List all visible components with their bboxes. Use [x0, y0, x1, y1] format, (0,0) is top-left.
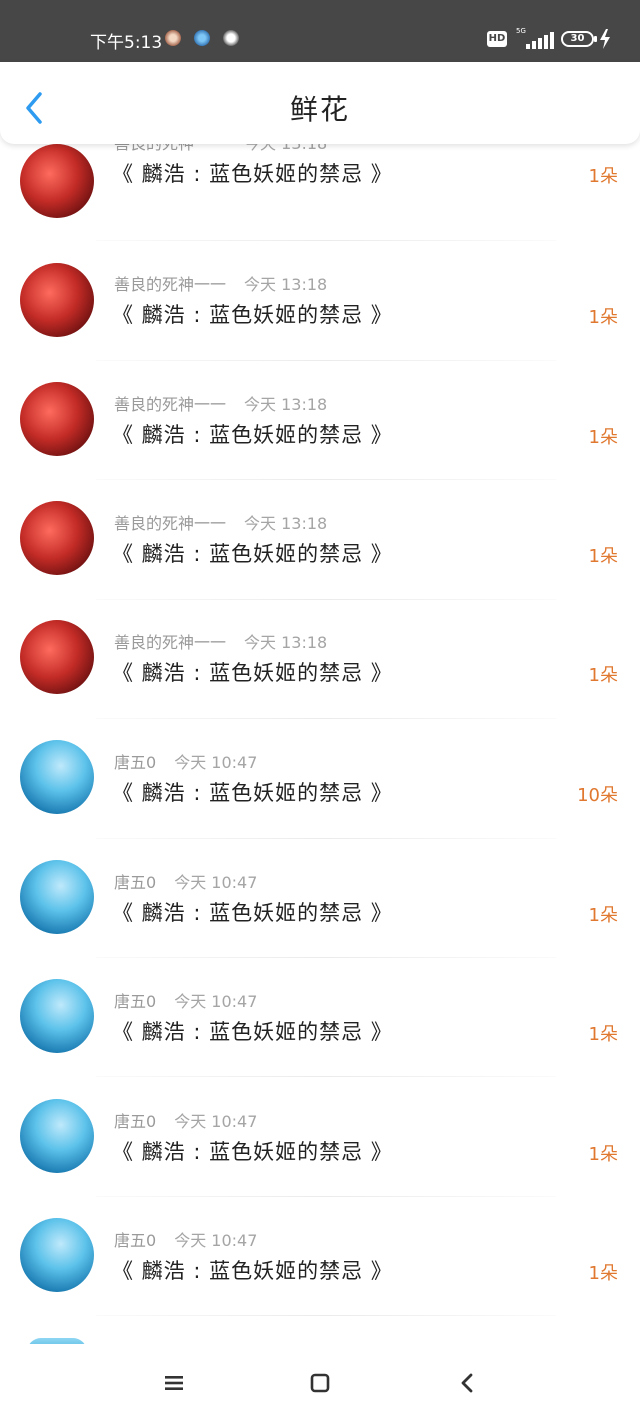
list-item[interactable]: 唐五0 今天 10:47 《 麟浩 : 蓝色妖姬的禁忌 》 1朵 — [0, 958, 640, 1078]
avatar — [20, 501, 94, 575]
charging-bolt-icon — [600, 29, 610, 49]
flower-record-list: 善良的死神一一今天 13:18 《 麟浩 : 蓝色妖姬的禁忌 》 1朵 善良的死… — [0, 144, 640, 1344]
sender-meta: 唐五0 今天 10:47 — [114, 1108, 257, 1132]
sender-meta: 唐五0 今天 10:47 — [114, 869, 257, 893]
sender-name: 唐五0 — [114, 992, 157, 1011]
sender-meta: 唐五0 今天 10:47 — [114, 988, 257, 1012]
sent-time: 今天 10:47 — [174, 1231, 258, 1250]
book-title: 《 麟浩 : 蓝色妖姬的禁忌 》 — [112, 901, 393, 925]
book-title: 《 麟浩 : 蓝色妖姬的禁忌 》 — [112, 542, 393, 566]
list-item[interactable]: 唐五0 今天 10:47 《 麟浩 : 蓝色妖姬的禁忌 》 1朵 — [0, 1197, 640, 1317]
list-item[interactable]: 唐五0 今天 10:47 《 麟浩 : 蓝色妖姬的禁忌 》 1朵 — [0, 839, 640, 959]
avatar — [20, 860, 94, 934]
status-time: 下午5:13 — [90, 33, 163, 53]
sent-time: 今天 13:18 — [244, 395, 328, 414]
list-item[interactable]: 善良的死神一一今天 13:18 《 麟浩 : 蓝色妖姬的禁忌 》 1朵 — [0, 480, 640, 600]
sent-time: 今天 10:47 — [174, 1112, 258, 1131]
book-title: 《 麟浩 : 蓝色妖姬的禁忌 》 — [112, 1140, 393, 1164]
list-item[interactable]: 善良的死神一一 今天 13:18 《 麟浩 : 蓝色妖姬的禁忌 》 1朵 — [0, 144, 640, 242]
sent-time: 今天 10:47 — [174, 873, 258, 892]
avatar — [20, 144, 94, 218]
sent-time: 今天 13:18 — [244, 514, 328, 533]
menu-icon — [165, 1376, 183, 1390]
network-label: 5G — [516, 27, 526, 35]
sender-name: 善良的死神一一 — [114, 144, 226, 153]
sender-name: 唐五0 — [114, 873, 157, 892]
sender-meta: 善良的死神一一今天 13:18 — [114, 271, 327, 295]
hd-badge: HD — [487, 31, 507, 47]
home-square-icon — [310, 1373, 330, 1393]
sender-meta: 善良的死神一一今天 13:18 — [114, 391, 327, 415]
flower-quantity: 1朵 — [588, 546, 618, 567]
book-title: 《 麟浩 : 蓝色妖姬的禁忌 》 — [112, 1259, 393, 1283]
sent-time: 今天 10:47 — [174, 992, 258, 1011]
book-title: 《 麟浩 : 蓝色妖姬的禁忌 》 — [112, 162, 393, 186]
page-title: 鲜花 — [289, 93, 350, 126]
list-item[interactable]: 唐五0 今天 10:47 《 麟浩 : 蓝色妖姬的禁忌 》 1朵 — [0, 1077, 640, 1197]
book-title: 《 麟浩 : 蓝色妖姬的禁忌 》 — [112, 1020, 393, 1044]
system-nav-bar — [0, 1344, 640, 1422]
sender-name: 善良的死神一一 — [114, 633, 227, 652]
book-title: 《 麟浩 : 蓝色妖姬的禁忌 》 — [112, 303, 393, 327]
sent-time: 今天 10:47 — [174, 753, 258, 772]
divider — [96, 1315, 556, 1316]
sender-meta: 善良的死神一一今天 13:18 — [114, 629, 327, 653]
sender-meta: 善良的死神一一 今天 13:18 — [114, 144, 327, 154]
notification-browser-icon — [194, 30, 210, 46]
flower-quantity: 1朵 — [588, 427, 618, 448]
flower-quantity: 10朵 — [577, 785, 618, 806]
notification-app-icon — [165, 30, 181, 46]
avatar — [20, 979, 94, 1053]
sender-name: 善良的死神一一 — [114, 275, 227, 294]
sent-time: 今天 13:18 — [244, 144, 327, 153]
sender-meta: 唐五0 今天 10:47 — [114, 749, 257, 773]
nav-menu-button[interactable] — [159, 1368, 189, 1398]
avatar — [20, 1099, 94, 1173]
sent-time: 今天 13:18 — [244, 275, 328, 294]
avatar — [20, 620, 94, 694]
flower-quantity: 1朵 — [588, 1144, 618, 1165]
list-item[interactable]: 善良的死神一一今天 13:18 《 麟浩 : 蓝色妖姬的禁忌 》 1朵 — [0, 600, 640, 720]
sender-name: 善良的死神一一 — [114, 395, 227, 414]
book-title: 《 麟浩 : 蓝色妖姬的禁忌 》 — [112, 781, 393, 805]
list-item[interactable]: 善良的死神一一今天 13:18 《 麟浩 : 蓝色妖姬的禁忌 》 1朵 — [0, 361, 640, 481]
book-title: 《 麟浩 : 蓝色妖姬的禁忌 》 — [112, 661, 393, 685]
sender-meta: 善良的死神一一今天 13:18 — [114, 510, 327, 534]
sender-name: 唐五0 — [114, 1231, 157, 1250]
notification-panda-icon — [223, 30, 239, 46]
sender-meta: 唐五0 今天 10:47 — [114, 1227, 257, 1251]
flower-quantity: 1朵 — [588, 307, 618, 328]
flower-quantity: 1朵 — [588, 1263, 618, 1284]
page-header: 鲜花 — [0, 62, 640, 144]
list-item[interactable]: 善良的死神一一今天 13:18 《 麟浩 : 蓝色妖姬的禁忌 》 1朵 — [0, 241, 640, 361]
battery-tip — [594, 36, 597, 42]
list-item[interactable]: 唐五0 今天 10:47 《 麟浩 : 蓝色妖姬的禁忌 》 10朵 — [0, 719, 640, 839]
sender-name: 唐五0 — [114, 1112, 157, 1131]
flower-quantity: 1朵 — [588, 905, 618, 926]
battery-icon: 30 — [561, 31, 594, 47]
flower-quantity: 1朵 — [588, 166, 618, 187]
status-bar: 下午5:13 HD 5G 30 — [0, 0, 640, 62]
sender-name: 唐五0 — [114, 753, 157, 772]
signal-icon — [526, 31, 554, 49]
avatar — [20, 382, 94, 456]
flower-quantity: 1朵 — [588, 665, 618, 686]
back-arrow-icon — [461, 1373, 473, 1393]
avatar — [20, 263, 94, 337]
flower-quantity: 1朵 — [588, 1024, 618, 1045]
book-title: 《 麟浩 : 蓝色妖姬的禁忌 》 — [112, 423, 393, 447]
avatar — [20, 740, 94, 814]
nav-back-button[interactable] — [452, 1368, 482, 1398]
avatar — [20, 1218, 94, 1292]
sender-name: 善良的死神一一 — [114, 514, 227, 533]
nav-home-button[interactable] — [305, 1368, 335, 1398]
sent-time: 今天 13:18 — [244, 633, 328, 652]
